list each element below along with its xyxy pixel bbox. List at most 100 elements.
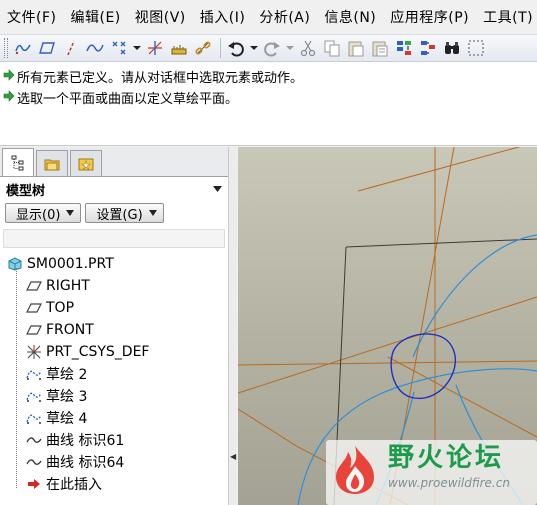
model-tree-menu-icon[interactable] bbox=[213, 182, 222, 197]
tree-item-front[interactable]: FRONT bbox=[0, 319, 228, 341]
point-icon[interactable] bbox=[108, 37, 130, 59]
curve-icon[interactable] bbox=[84, 37, 106, 59]
redo-icon[interactable] bbox=[261, 37, 283, 59]
model-tree-icon bbox=[11, 155, 24, 170]
tree-item-sketch-3[interactable]: 草绘 3 bbox=[0, 385, 228, 407]
tree-item-label: 曲线 标识64 bbox=[46, 455, 125, 471]
model-tree-filter-bar[interactable] bbox=[3, 229, 225, 248]
model-tree-buttons: 显示(0) 设置(G) bbox=[0, 201, 228, 225]
cut-icon[interactable] bbox=[297, 37, 319, 59]
message-arrow-icon bbox=[3, 89, 15, 106]
datum-axis-line bbox=[238, 360, 537, 366]
undo-dropdown-icon[interactable] bbox=[249, 37, 259, 59]
message-text: 选取一个平面或曲面以定义草绘平面。 bbox=[17, 92, 239, 107]
tree-item-sketch-4[interactable]: 草绘 4 bbox=[0, 407, 228, 429]
tree-item-label: 草绘 4 bbox=[46, 411, 88, 427]
message-area: 所有元素已定义。请从对话框中选取元素或动作。 选取一个平面或曲面以定义草绘平面。 bbox=[0, 62, 537, 146]
datum-plane-icon bbox=[26, 322, 42, 338]
sketch-icon bbox=[26, 388, 42, 404]
tree-item-part[interactable]: SM0001.PRT bbox=[0, 253, 228, 275]
tree-item-right[interactable]: RIGHT bbox=[0, 275, 228, 297]
tab-folder-browser[interactable] bbox=[36, 150, 68, 176]
menu-tools[interactable]: 工具(T) bbox=[483, 7, 533, 27]
plane-icon[interactable] bbox=[36, 37, 58, 59]
tree-item-label: 草绘 3 bbox=[46, 389, 88, 405]
tree-item-sketch-2[interactable]: 草绘 2 bbox=[0, 363, 228, 385]
message-text: 所有元素已定义。请从对话框中选取元素或动作。 bbox=[17, 71, 304, 86]
settings-button[interactable]: 设置(G) bbox=[85, 203, 164, 223]
tree-connector-line bbox=[16, 268, 17, 488]
regen-manager-icon[interactable] bbox=[417, 37, 439, 59]
tree-item-label: 草绘 2 bbox=[46, 367, 88, 383]
navigator-panel: 模型树 显示(0) 设置(G) SM0001.PRT RIGHT TOP FRO… bbox=[0, 147, 229, 505]
axis-icon[interactable] bbox=[60, 37, 82, 59]
point-dropdown-icon[interactable] bbox=[132, 37, 142, 59]
part-icon bbox=[7, 256, 23, 272]
tree-item-label: 在此插入 bbox=[46, 477, 102, 493]
tree-item-label: SM0001.PRT bbox=[27, 256, 114, 272]
sketch-datum-icon[interactable] bbox=[12, 37, 34, 59]
toolbar-grip[interactable] bbox=[4, 38, 8, 58]
watermark-text: 野火论坛 www.proewildfire.cn bbox=[388, 442, 510, 490]
menu-bar: 文件(F) 编辑(E) 视图(V) 插入(I) 分析(A) 信息(N) 应用程序… bbox=[0, 0, 537, 34]
tree-item-insert-here[interactable]: 在此插入 bbox=[0, 473, 228, 495]
message-line: 所有元素已定义。请从对话框中选取元素或动作。 bbox=[3, 66, 534, 87]
regenerate-icon[interactable] bbox=[393, 37, 415, 59]
watermark-url: www.proewildfire.cn bbox=[388, 476, 510, 490]
display-button-label: 显示(0) bbox=[16, 207, 61, 223]
menu-view[interactable]: 视图(V) bbox=[135, 7, 186, 27]
undo-icon[interactable] bbox=[225, 37, 247, 59]
collapse-arrow-icon[interactable]: ◀ bbox=[230, 452, 236, 461]
datum-axis-line bbox=[238, 296, 537, 394]
model-tree: SM0001.PRT RIGHT TOP FRONT PRT_CSYS_DEF bbox=[0, 250, 228, 495]
redo-dropdown-icon[interactable] bbox=[285, 37, 295, 59]
paste-icon[interactable] bbox=[345, 37, 367, 59]
menu-applications[interactable]: 应用程序(P) bbox=[390, 7, 469, 27]
tree-item-curve-64[interactable]: 曲线 标识64 bbox=[0, 451, 228, 473]
find-icon[interactable] bbox=[441, 37, 463, 59]
tree-item-label: 曲线 标识61 bbox=[46, 433, 125, 449]
tab-model-tree[interactable] bbox=[2, 148, 34, 176]
menu-insert[interactable]: 插入(I) bbox=[200, 7, 246, 27]
tree-item-label: PRT_CSYS_DEF bbox=[46, 344, 150, 360]
plane-edge bbox=[345, 238, 537, 248]
message-arrow-icon bbox=[3, 68, 15, 85]
insert-arrow-icon bbox=[26, 476, 42, 492]
menu-file[interactable]: 文件(F) bbox=[7, 7, 56, 27]
favorites-icon bbox=[78, 158, 94, 170]
link-icon[interactable] bbox=[192, 37, 214, 59]
closed-curve bbox=[390, 333, 456, 399]
paste-special-icon[interactable] bbox=[369, 37, 391, 59]
datum-plane-icon bbox=[26, 278, 42, 294]
model-tree-title: 模型树 bbox=[6, 183, 46, 199]
select-box-icon[interactable] bbox=[465, 37, 487, 59]
analysis-icon[interactable] bbox=[168, 37, 190, 59]
sketch-icon bbox=[26, 410, 42, 426]
datum-plane-icon bbox=[26, 300, 42, 316]
sketch-icon bbox=[26, 366, 42, 382]
message-line: 选取一个平面或曲面以定义草绘平面。 bbox=[3, 87, 534, 108]
tree-item-top[interactable]: TOP bbox=[0, 297, 228, 319]
folder-icon bbox=[44, 159, 60, 170]
tab-favorites[interactable] bbox=[70, 150, 102, 176]
menu-info[interactable]: 信息(N) bbox=[324, 7, 376, 27]
tree-item-curve-61[interactable]: 曲线 标识61 bbox=[0, 429, 228, 451]
copy-icon[interactable] bbox=[321, 37, 343, 59]
settings-button-label: 设置(G) bbox=[96, 207, 143, 223]
panel-splitter[interactable]: ◀ bbox=[228, 147, 237, 505]
menu-analysis[interactable]: 分析(A) bbox=[259, 7, 310, 27]
display-button[interactable]: 显示(0) bbox=[5, 203, 82, 223]
curve-icon bbox=[26, 454, 42, 470]
forum-watermark: 野火论坛 www.proewildfire.cn bbox=[326, 440, 537, 505]
flame-logo-icon bbox=[336, 446, 374, 494]
model-tree-header: 模型树 bbox=[0, 177, 228, 201]
tree-item-label: RIGHT bbox=[46, 278, 90, 294]
curve-line bbox=[412, 234, 537, 358]
menu-edit[interactable]: 编辑(E) bbox=[70, 7, 120, 27]
curve-icon bbox=[26, 432, 42, 448]
toolbar-separator bbox=[220, 38, 221, 58]
toolbar bbox=[0, 34, 537, 62]
csys-icon bbox=[26, 344, 42, 360]
tree-item-csys[interactable]: PRT_CSYS_DEF bbox=[0, 341, 228, 363]
csys-icon[interactable] bbox=[144, 37, 166, 59]
